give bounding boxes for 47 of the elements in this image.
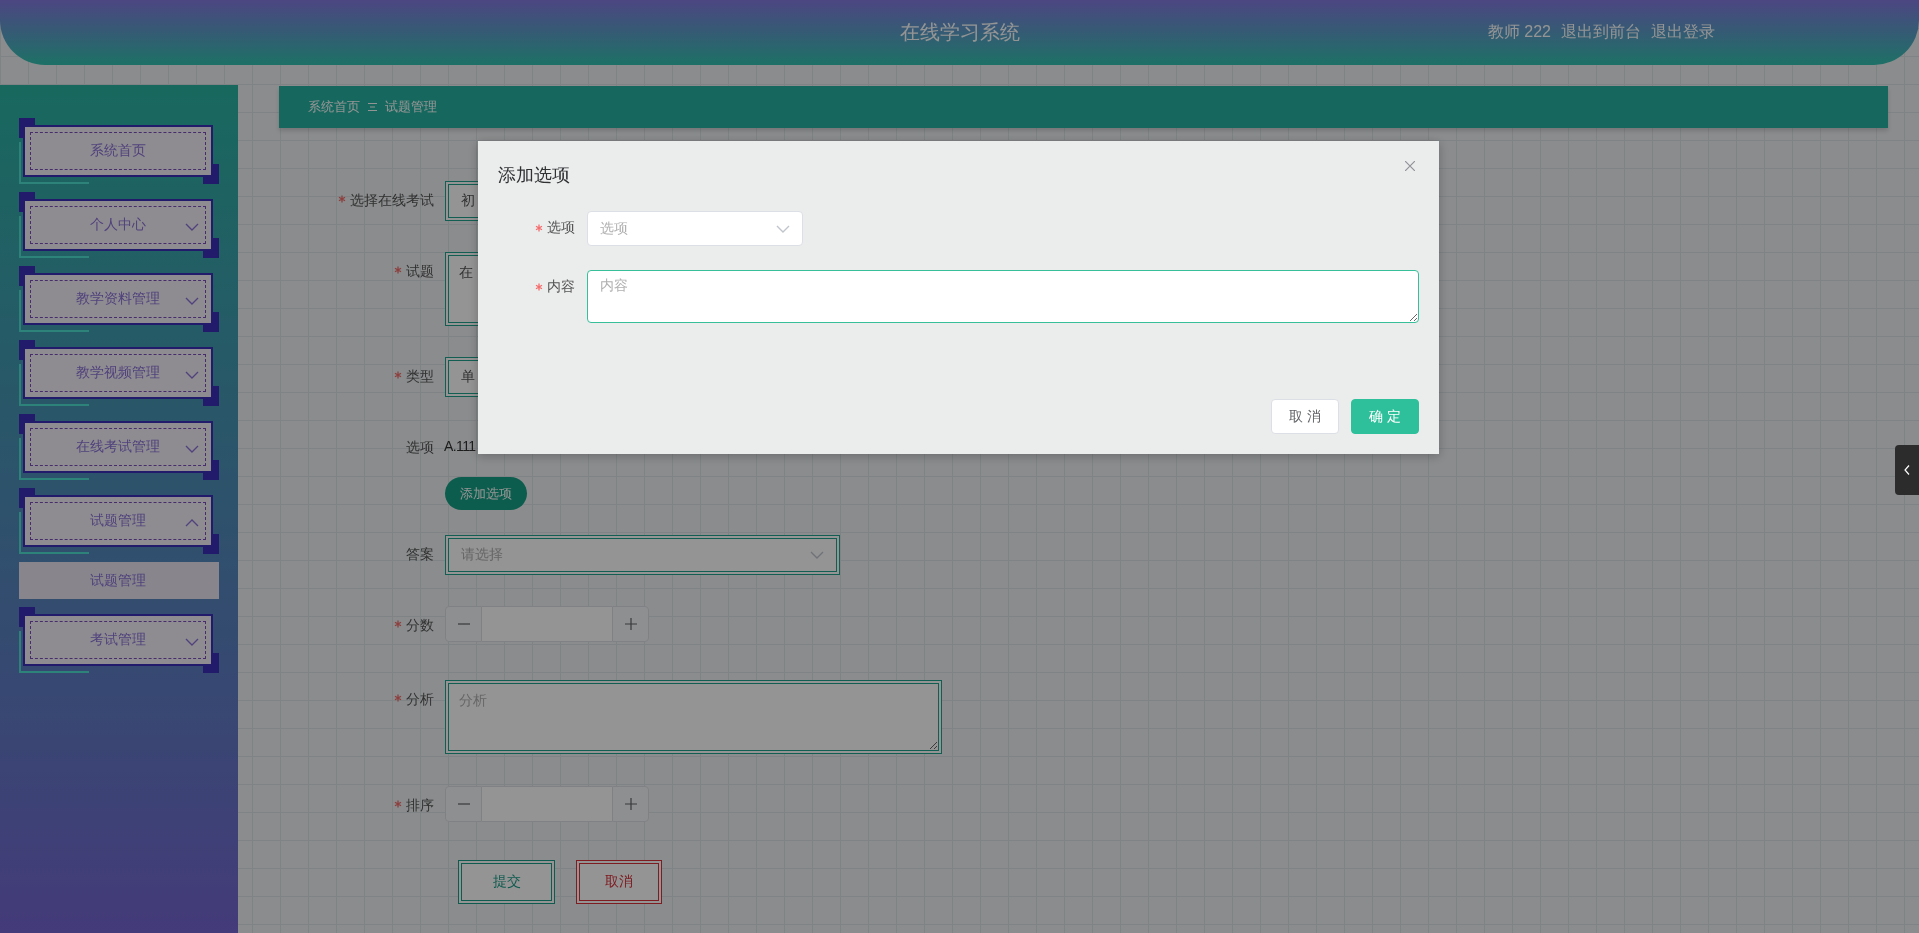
plus-icon <box>624 618 637 630</box>
sidebar-item[interactable]: 在线考试管理 <box>19 414 219 480</box>
user-name: 教师 222 <box>1487 22 1551 42</box>
field-label: 选项 <box>406 439 434 457</box>
submit-button[interactable]: 提交 <box>458 860 555 904</box>
field-label: 分数 <box>406 617 434 635</box>
add-option-button[interactable]: 添加选项 <box>445 477 527 510</box>
select-field[interactable]: 选项 <box>587 211 803 246</box>
dialog-title: 添加选项 <box>498 164 570 187</box>
close-icon <box>1405 161 1415 171</box>
collapse-tab[interactable] <box>1895 445 1919 495</box>
sidebar-item[interactable]: 系统首页 <box>19 118 219 184</box>
plus-button[interactable] <box>612 786 649 822</box>
sidebar-item[interactable]: 教学资料管理 <box>19 266 219 332</box>
chevron-down-icon <box>810 551 824 559</box>
header-link[interactable]: 退出到前台 <box>1561 22 1641 43</box>
text-area[interactable]: 内容 <box>587 270 1419 323</box>
field-label: 类型 <box>406 368 434 386</box>
sidebar-item[interactable]: 个人中心 <box>19 192 219 258</box>
minus-button[interactable] <box>445 786 482 822</box>
confirm-button[interactable]: 确 定 <box>1351 399 1419 434</box>
option-text: A.111 <box>444 438 476 454</box>
menu-icon <box>368 102 377 112</box>
field-label: 试题 <box>406 263 434 281</box>
field-label: 选择在线考试 <box>350 192 434 210</box>
minus-icon <box>457 803 470 805</box>
submenu-item[interactable]: 试题管理 <box>19 562 219 599</box>
app-title: 在线学习系统 <box>899 20 1020 45</box>
sidebar-item[interactable]: 教学视频管理 <box>19 340 219 406</box>
header-link[interactable]: 退出登录 <box>1651 22 1715 43</box>
plus-button[interactable] <box>612 606 649 642</box>
field-label: 排序 <box>406 797 434 815</box>
field-label: 答案 <box>406 546 434 564</box>
sidebar-item[interactable]: 考试管理 <box>19 607 219 673</box>
cancel-button[interactable]: 取消 <box>576 860 662 904</box>
minus-icon <box>457 623 470 625</box>
chevron-down-icon <box>776 224 790 233</box>
minus-button[interactable] <box>445 606 482 642</box>
breadcrumb-link[interactable]: 系统首页 <box>308 98 360 116</box>
field-label: 分析 <box>406 691 434 709</box>
plus-icon <box>624 798 637 810</box>
chevron-left-icon <box>1904 465 1910 475</box>
field-label: 选项 <box>547 219 575 237</box>
cancel-button[interactable]: 取 消 <box>1271 399 1340 434</box>
breadcrumb-link[interactable]: 试题管理 <box>385 98 437 116</box>
sidebar-item[interactable]: 试题管理 <box>19 488 219 554</box>
field-label: 内容 <box>547 278 575 296</box>
